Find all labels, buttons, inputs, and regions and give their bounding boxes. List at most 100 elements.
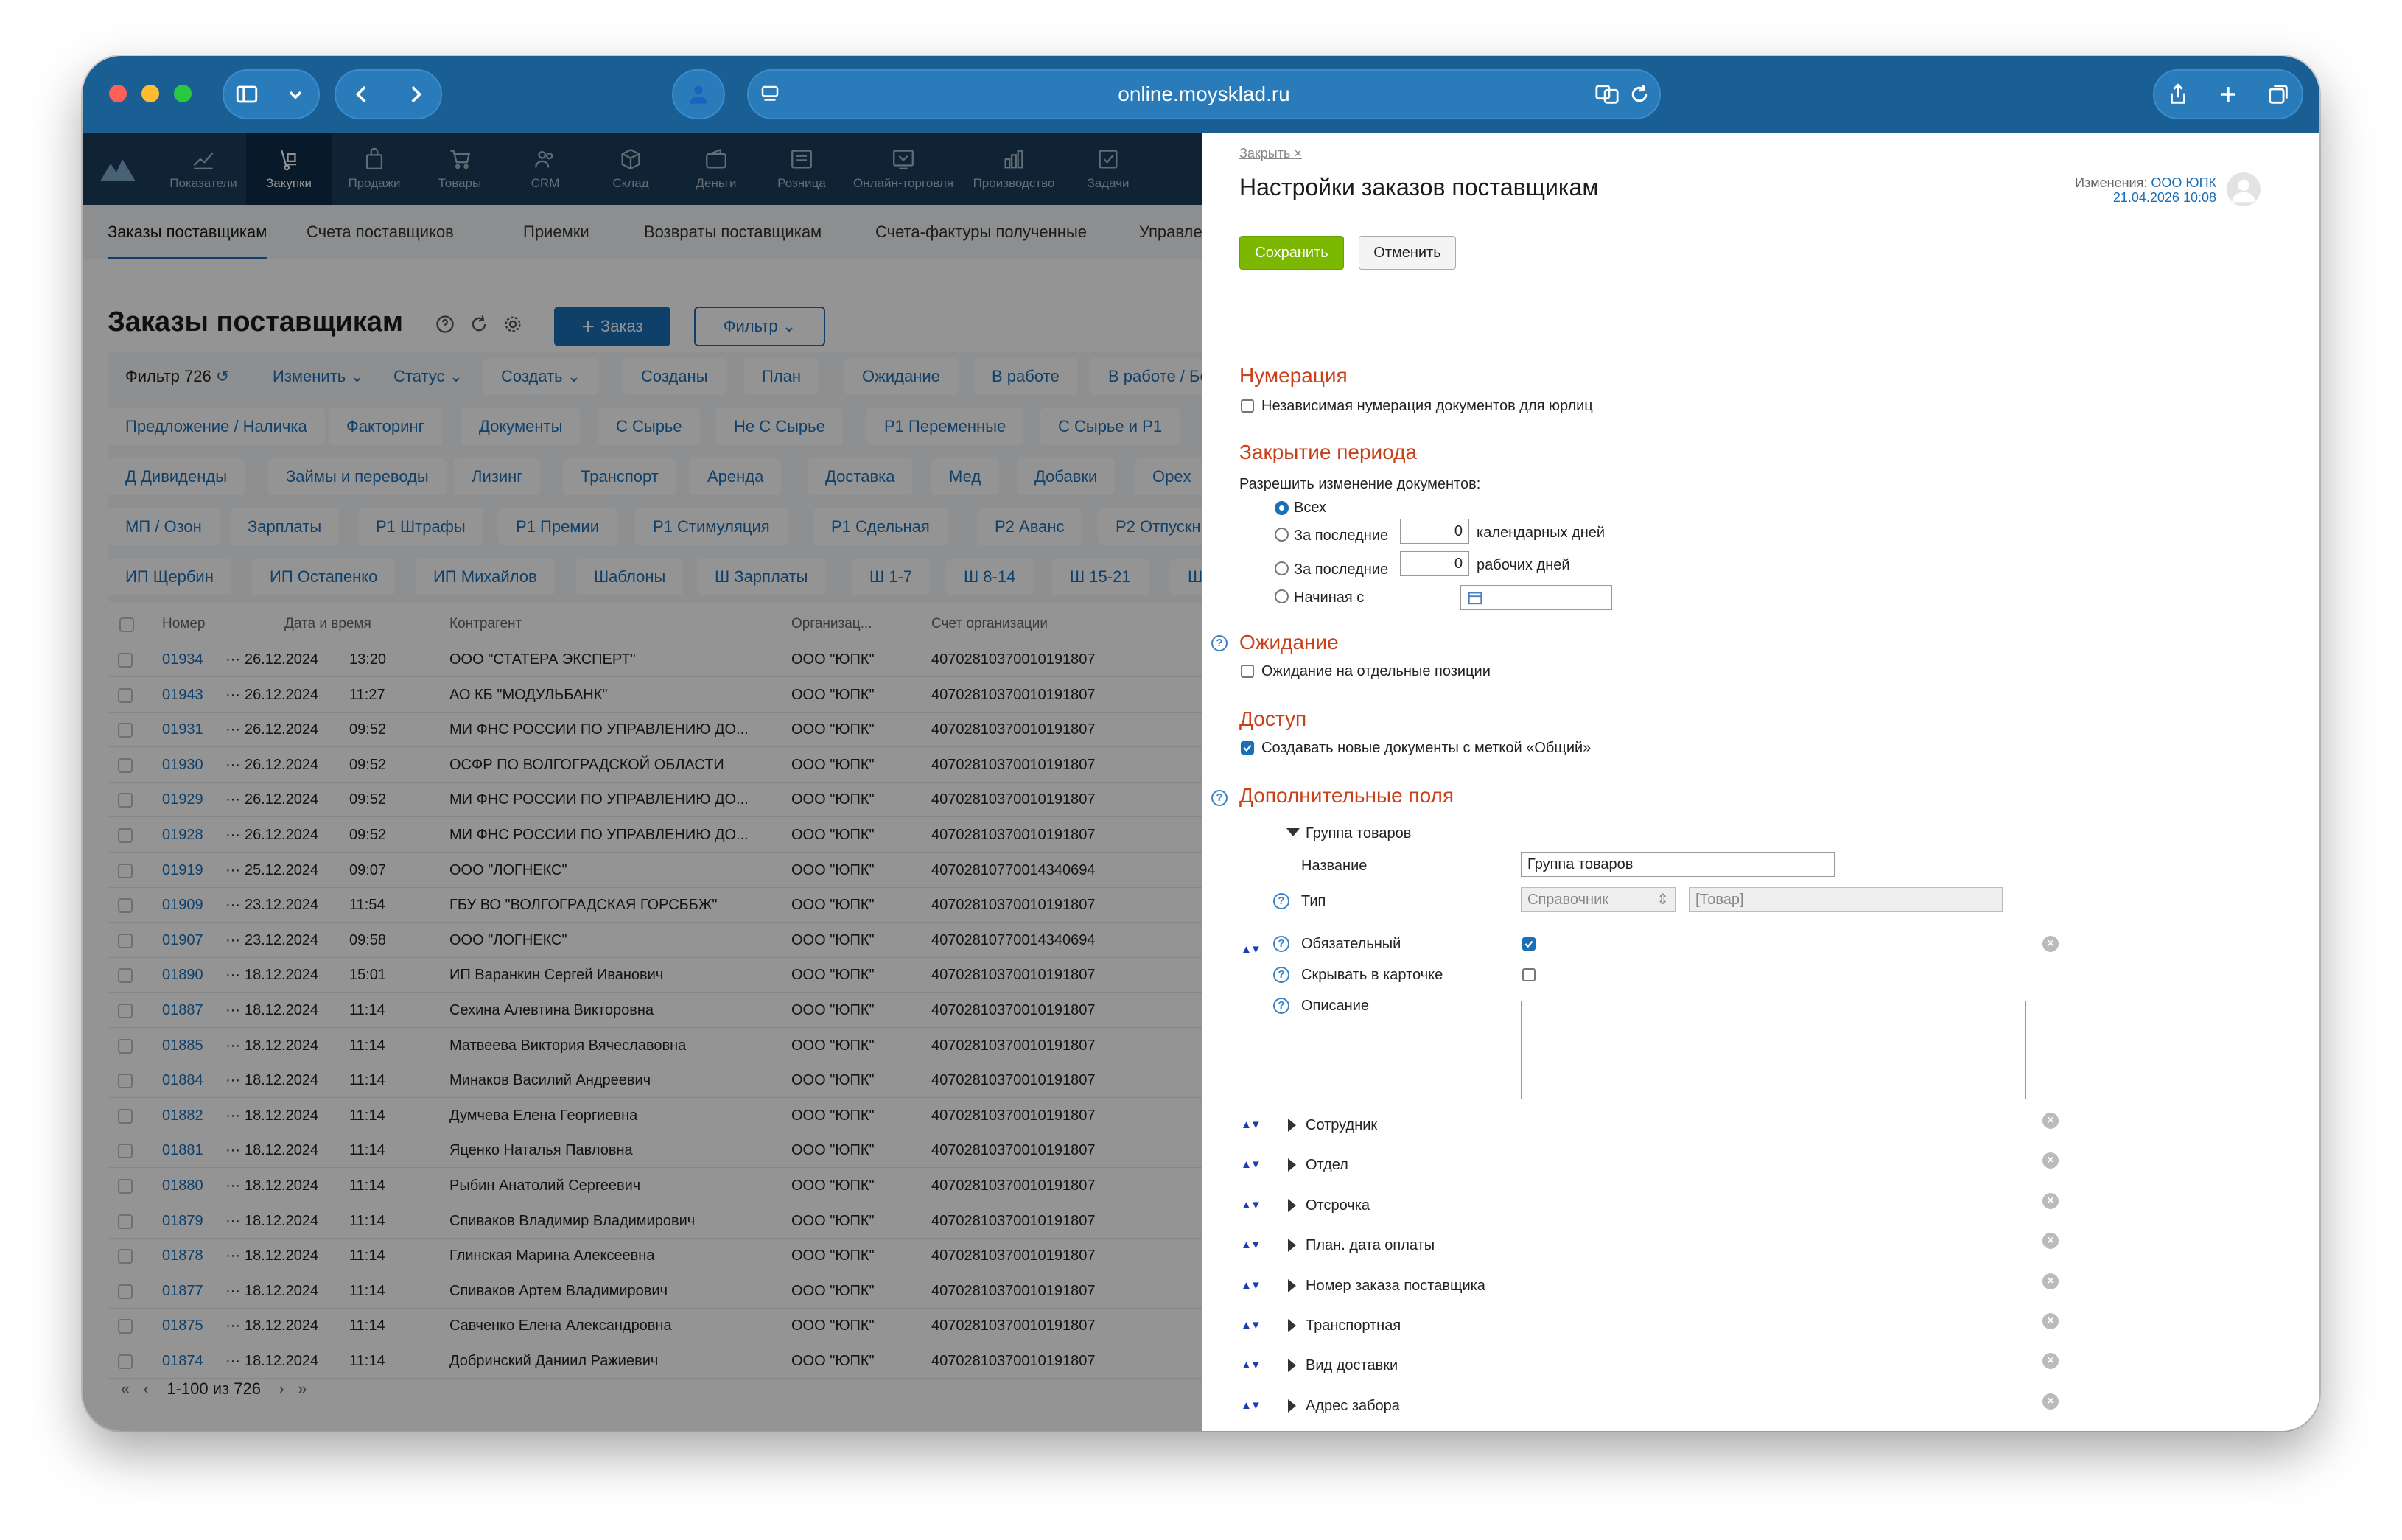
hide-help-icon[interactable]: ? — [1273, 967, 1289, 983]
cancel-button[interactable]: Отменить — [1359, 236, 1456, 270]
expand-icon[interactable] — [1288, 1359, 1296, 1373]
section-period-closing: Закрытие периода — [1239, 441, 1418, 463]
new-tab-icon[interactable] — [2216, 82, 2241, 107]
independent-numbering-checkbox[interactable] — [1241, 399, 1254, 413]
required-checkbox[interactable] — [1522, 937, 1536, 951]
calendar-icon[interactable] — [1467, 589, 1483, 606]
description-textarea[interactable] — [1521, 1001, 2026, 1099]
required-label: Обязательный — [1301, 936, 1401, 952]
tabs-overview-icon[interactable] — [2266, 82, 2291, 107]
remove-field-icon[interactable]: × — [2042, 936, 2059, 952]
extra-field-name[interactable]: Вид доставки — [1306, 1357, 1398, 1374]
url-text: online.moysklad.ru — [1118, 83, 1290, 105]
period-calendar-radio[interactable] — [1275, 528, 1289, 542]
translate-icon[interactable] — [1594, 82, 1620, 107]
period-work-label: За последние — [1294, 561, 1389, 578]
expand-icon[interactable] — [1288, 1319, 1296, 1332]
sidebar-icon — [236, 85, 258, 103]
expand-icon[interactable] — [1288, 1239, 1296, 1253]
extra-field-name[interactable]: Сотрудник — [1306, 1117, 1377, 1134]
extra-field-name[interactable]: Отсрочка — [1306, 1197, 1370, 1214]
type-help-icon[interactable]: ? — [1273, 893, 1289, 909]
period-since-label: Начиная с — [1294, 589, 1365, 606]
remove-field-icon[interactable]: × — [2042, 1233, 2059, 1250]
field-name-input[interactable]: Группа товаров — [1521, 852, 1835, 877]
reorder-icon[interactable]: ▲▼ — [1241, 1399, 1261, 1412]
browser-window: online.moysklad.ru Показатели Закупки Пр… — [83, 56, 2319, 1431]
section-waiting: Ожидание — [1239, 631, 1339, 654]
sidebar-toggle-button[interactable] — [223, 69, 320, 119]
work-days-input[interactable]: 0 — [1400, 551, 1469, 576]
remove-field-icon[interactable]: × — [2042, 1152, 2059, 1169]
back-icon[interactable] — [349, 82, 374, 107]
save-button[interactable]: Сохранить — [1239, 236, 1344, 270]
changed-label: Изменения: — [2075, 175, 2148, 190]
calendar-days-input[interactable]: 0 — [1400, 519, 1469, 544]
chevron-down-icon — [289, 91, 302, 99]
create-shared-label: Создавать новые документы с меткой «Общи… — [1261, 740, 1592, 756]
expand-icon[interactable] — [1288, 1198, 1296, 1212]
desc-help-icon[interactable]: ? — [1273, 998, 1289, 1014]
reload-icon[interactable] — [1628, 83, 1650, 105]
reorder-icon[interactable]: ▲▼ — [1241, 1158, 1261, 1171]
expanded-field-name: Группа товаров — [1306, 825, 1412, 841]
panel-title: Настройки заказов поставщикам — [1239, 174, 1599, 200]
waiting-help-icon[interactable]: ? — [1211, 635, 1228, 651]
period-work-radio[interactable] — [1275, 561, 1289, 575]
reorder-icon[interactable]: ▲▼ — [1241, 1359, 1261, 1371]
close-window-button[interactable] — [109, 85, 127, 102]
remove-field-icon[interactable]: × — [2042, 1192, 2059, 1209]
create-shared-checkbox[interactable] — [1241, 741, 1254, 755]
reorder-icon[interactable]: ▲▼ — [1241, 943, 1261, 956]
extra-field-name[interactable]: Адрес забора — [1306, 1398, 1400, 1415]
forward-icon[interactable] — [403, 82, 428, 107]
required-help-icon[interactable]: ? — [1273, 936, 1289, 952]
reorder-icon[interactable]: ▲▼ — [1241, 1239, 1261, 1251]
expand-icon[interactable] — [1288, 1399, 1296, 1413]
changed-by-link[interactable]: ООО ЮПК — [2151, 175, 2216, 190]
extra-field-name[interactable]: Транспортная — [1306, 1317, 1401, 1334]
allow-change-label: Разрешить изменение документов: — [1239, 476, 1481, 492]
remove-field-icon[interactable]: × — [2042, 1273, 2059, 1289]
history-nav — [335, 69, 442, 119]
expand-icon[interactable] — [1288, 1278, 1296, 1292]
expand-icon[interactable] — [1288, 1119, 1296, 1132]
expand-down-icon[interactable] — [1286, 828, 1300, 836]
desc-label: Описание — [1301, 998, 1370, 1014]
close-icon: × — [1294, 146, 1302, 161]
period-since-radio[interactable] — [1275, 589, 1289, 603]
settings-panel: Закрыть × Настройки заказов поставщикам … — [1202, 133, 2319, 1431]
hide-checkbox[interactable] — [1522, 968, 1536, 981]
profile-button[interactable] — [672, 69, 725, 119]
window-actions — [2153, 69, 2303, 119]
work-days-label: рабочих дней — [1477, 557, 1570, 573]
extra-field-name[interactable]: Номер заказа поставщика — [1306, 1278, 1485, 1295]
address-bar[interactable]: online.moysklad.ru — [747, 69, 1661, 119]
reorder-icon[interactable]: ▲▼ — [1241, 1279, 1261, 1292]
remove-field-icon[interactable]: × — [2042, 1113, 2059, 1129]
check-icon — [1524, 940, 1533, 948]
type-label: Тип — [1301, 893, 1326, 909]
period-all-radio[interactable] — [1275, 501, 1289, 515]
remove-field-icon[interactable]: × — [2042, 1353, 2059, 1370]
reorder-icon[interactable]: ▲▼ — [1241, 1199, 1261, 1211]
close-link[interactable]: Закрыть × — [1239, 146, 1302, 161]
per-position-checkbox[interactable] — [1241, 665, 1254, 678]
reorder-icon[interactable]: ▲▼ — [1241, 1119, 1261, 1131]
type-value: Справочник — [1527, 892, 1608, 908]
per-position-label: Ожидание на отдельные позиции — [1261, 663, 1491, 679]
remove-field-icon[interactable]: × — [2042, 1393, 2059, 1410]
extra-field-name[interactable]: Отдел — [1306, 1157, 1348, 1174]
remove-field-icon[interactable]: × — [2042, 1313, 2059, 1329]
page-settings-icon[interactable] — [759, 83, 781, 105]
type-ref-input: [Товар] — [1689, 887, 2003, 912]
share-icon[interactable] — [2165, 82, 2191, 107]
expand-icon[interactable] — [1288, 1158, 1296, 1172]
extra-fields-help-icon[interactable]: ? — [1211, 790, 1228, 806]
modal-overlay[interactable] — [83, 133, 1202, 1431]
extra-field-name[interactable]: План. дата оплаты — [1306, 1237, 1435, 1254]
minimize-window-button[interactable] — [141, 85, 159, 102]
zoom-window-button[interactable] — [174, 85, 192, 102]
reorder-icon[interactable]: ▲▼ — [1241, 1319, 1261, 1331]
since-date-input[interactable] — [1460, 585, 1612, 610]
